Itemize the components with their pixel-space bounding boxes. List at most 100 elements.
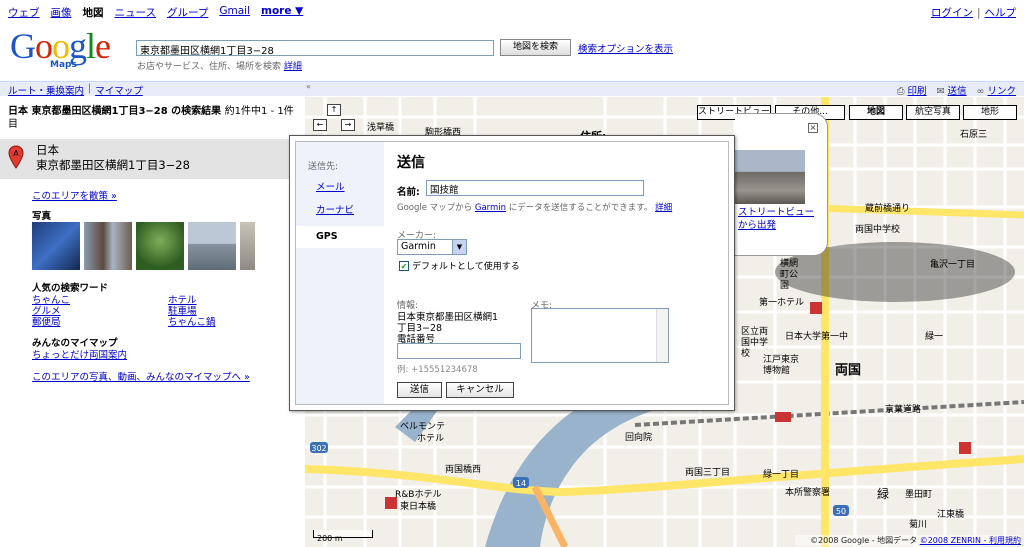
- nav-maps-active: 地図: [82, 7, 104, 19]
- maker-select-value: Garmin: [401, 241, 436, 252]
- send-target-email[interactable]: メール: [316, 179, 345, 193]
- map-type-map-button[interactable]: 地図: [849, 105, 903, 120]
- link-link[interactable]: リンク: [987, 86, 1016, 97]
- map-type-satellite-button[interactable]: 航空写真: [906, 105, 960, 120]
- checkbox-checked-icon[interactable]: ✔: [399, 260, 409, 271]
- map-label: 京葉道路: [885, 405, 922, 415]
- collapse-panel-button[interactable]: «: [306, 82, 316, 96]
- pan-right-button[interactable]: →: [341, 119, 355, 131]
- search-hint-detail-link[interactable]: 詳細: [284, 62, 302, 72]
- logo-sub: Maps: [50, 60, 77, 70]
- map-label: 緑一丁目: [763, 470, 800, 480]
- print-icon: ⎙: [896, 86, 905, 97]
- send-button[interactable]: 送信: [397, 382, 442, 398]
- search-hint: お店やサービス、住所、場所を検索 詳細: [137, 59, 302, 72]
- dialog-title: 送信: [397, 155, 425, 171]
- chevron-down-icon[interactable]: ▼: [452, 240, 466, 254]
- street-view-start-link[interactable]: ストリートビュー から出発: [738, 206, 814, 232]
- station-mark: [959, 442, 971, 454]
- svg-text:50: 50: [836, 507, 846, 516]
- street-view-link[interactable]: ストリートビュー: [738, 207, 814, 218]
- map-label: 浅草橋: [367, 123, 395, 133]
- pan-left-button[interactable]: ←: [313, 119, 327, 131]
- keyword-link[interactable]: ちゃんこ鍋: [168, 314, 216, 328]
- photo-thumbnail[interactable]: [32, 222, 80, 270]
- route-link[interactable]: ルート・乗換案内: [8, 83, 84, 97]
- chain-link-icon: ∞: [976, 86, 985, 97]
- page: { "topnav": { "links": ["ウェブ", "画像", "地図…: [0, 0, 1024, 547]
- name-input[interactable]: 国技館: [426, 180, 644, 196]
- search-input[interactable]: 東京都墨田区横網1丁目3−28: [136, 40, 494, 57]
- map-label: 蔵前橋通り: [865, 204, 911, 214]
- map-label: 日本大学第一中: [785, 332, 849, 342]
- svg-text:14: 14: [516, 479, 526, 488]
- nav-news-link[interactable]: ニュース: [115, 5, 156, 20]
- mymaps-link[interactable]: マイマップ: [95, 83, 143, 97]
- terms-link[interactable]: ©2008 ZENRIN - 利用規約: [920, 536, 1021, 545]
- keyword-link[interactable]: 郵便局: [32, 314, 61, 328]
- send-to-label: 送信先:: [308, 162, 339, 172]
- google-maps-logo[interactable]: Google Maps: [10, 26, 130, 76]
- map-copyright: ©2008 Google - 地図データ ©2008 ZENRIN - 利用規約: [795, 535, 1021, 546]
- nav-web-link[interactable]: ウェブ: [8, 5, 40, 20]
- marker-a-icon[interactable]: A: [8, 145, 24, 169]
- map-label: 菊川: [909, 520, 928, 530]
- send-target-carnavi[interactable]: カーナビ: [316, 202, 354, 216]
- map-label: 回向院: [625, 433, 653, 443]
- send-form: 送信 名前: 国技館 Google マップから Garmin にデータを送信する…: [396, 142, 726, 404]
- login-link[interactable]: ログイン: [931, 5, 973, 20]
- map-label: ホテル: [417, 434, 445, 444]
- photo-thumbnail[interactable]: [136, 222, 184, 270]
- search-hint-text: お店やサービス、住所、場所を検索: [137, 62, 282, 72]
- subbar-separator: |: [88, 83, 92, 94]
- map-label: 両国橋西: [445, 465, 482, 475]
- maker-select[interactable]: Garmin ▼: [397, 239, 467, 255]
- result-item[interactable]: A 日本 東京都墨田区横網1丁目3−28: [0, 139, 305, 179]
- street-view-thumbnail[interactable]: [735, 150, 805, 204]
- photo-thumbnail[interactable]: [188, 222, 236, 270]
- garmin-link[interactable]: Garmin: [475, 203, 506, 213]
- photo-thumbnail[interactable]: [84, 222, 132, 270]
- map-label: 石原三: [960, 130, 988, 140]
- start-from-link[interactable]: から出発: [738, 220, 776, 231]
- phone-input[interactable]: [397, 343, 521, 359]
- nav-images-link[interactable]: 画像: [51, 5, 72, 20]
- send-target-sidebar: 送信先: メール カーナビ GPS: [296, 142, 384, 404]
- close-icon[interactable]: ×: [808, 123, 818, 133]
- search-maps-button[interactable]: 地図を検索: [500, 39, 571, 56]
- nav-gmail-link[interactable]: Gmail: [219, 5, 250, 20]
- result-address: 東京都墨田区横網1丁目3−28: [36, 158, 190, 172]
- send-link[interactable]: 送信: [948, 86, 967, 97]
- map-label: 亀沢一丁目: [930, 260, 976, 270]
- nav-groups-link[interactable]: グループ: [167, 5, 208, 20]
- map-type-terrain-button[interactable]: 地形: [963, 105, 1017, 120]
- photos-heading: 写真: [32, 211, 52, 222]
- route-shield: 14: [513, 477, 529, 488]
- result-country: 日本: [36, 143, 59, 157]
- map-label: 緑: [877, 487, 890, 501]
- memo-textarea[interactable]: [531, 308, 669, 363]
- result-title-text: 日本 東京都墨田区横網1丁目3−28 の検索結果: [8, 106, 222, 117]
- advanced-options-link[interactable]: 検索オプションを表示: [578, 41, 673, 55]
- send-action[interactable]: ✉ 送信: [937, 83, 967, 97]
- print-link[interactable]: 印刷: [908, 86, 927, 97]
- send-dialog-inner: 送信先: メール カーナビ GPS 送信 名前: 国技館 Google マップか…: [295, 141, 729, 405]
- note-detail-link[interactable]: 詳細: [655, 203, 672, 213]
- default-checkbox-row[interactable]: ✔ デフォルトとして使用する: [399, 259, 520, 272]
- explore-area-link[interactable]: このエリアを散策 »: [32, 188, 117, 202]
- memo-scrollbar[interactable]: [656, 309, 668, 362]
- link-action[interactable]: ∞ リンク: [977, 83, 1016, 97]
- photo-thumbnail[interactable]: [240, 222, 255, 270]
- route-shield: 50: [833, 505, 849, 516]
- send-target-gps[interactable]: GPS: [296, 226, 384, 248]
- mymap-link[interactable]: ちょっとだけ両国案内: [32, 347, 127, 361]
- print-action[interactable]: ⎙ 印刷: [897, 83, 927, 97]
- nav-more-link[interactable]: more ▼: [261, 5, 303, 20]
- area-photos-link[interactable]: このエリアの写真、動画、みんなのマイマップへ »: [32, 369, 250, 383]
- cancel-button[interactable]: キャンセル: [446, 382, 514, 398]
- name-label: 名前:: [397, 187, 420, 198]
- default-label: デフォルトとして使用する: [412, 262, 520, 272]
- envelope-icon: ✉: [936, 86, 945, 97]
- pan-up-button[interactable]: ↑: [327, 104, 341, 116]
- help-link[interactable]: ヘルプ: [985, 5, 1017, 20]
